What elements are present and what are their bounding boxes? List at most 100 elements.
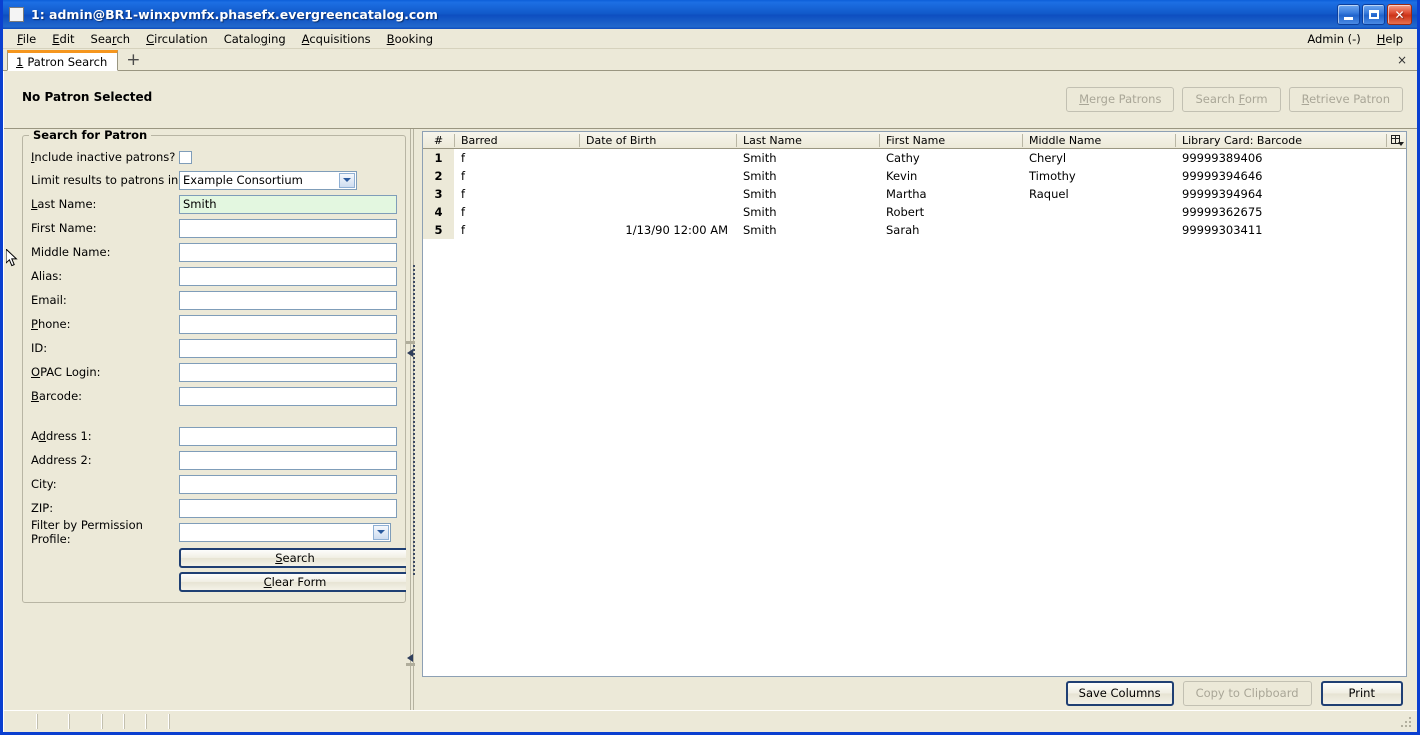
cell-last-name: Smith xyxy=(743,151,777,165)
address-1-input[interactable] xyxy=(179,426,397,446)
status-segment xyxy=(6,714,37,729)
status-segment xyxy=(124,714,146,729)
copy-to-clipboard-button[interactable]: Copy to Clipboard xyxy=(1182,681,1312,706)
column-header-barred[interactable]: Barred xyxy=(454,132,579,149)
chevron-down-icon xyxy=(373,524,389,540)
id-label: ID: xyxy=(31,341,48,355)
form-row-permission-profile: Filter by Permission Profile: xyxy=(31,518,397,546)
permission-profile-select[interactable] xyxy=(179,522,391,542)
cell-first-name: Martha xyxy=(886,187,927,201)
splitter-grip[interactable] xyxy=(413,264,415,575)
close-tab-icon[interactable]: × xyxy=(1397,53,1407,67)
maximize-button[interactable] xyxy=(1362,4,1385,25)
email-input[interactable] xyxy=(179,290,397,310)
chevron-down-icon xyxy=(339,172,355,188)
middle-name-input[interactable] xyxy=(179,242,397,262)
cell-middle-name: Cheryl xyxy=(1029,151,1067,165)
menu-acquisitions[interactable]: Acquisitions xyxy=(294,30,379,48)
menu-search[interactable]: Search xyxy=(83,30,139,48)
resize-grip-icon[interactable] xyxy=(1401,717,1414,730)
cell-barred: f xyxy=(461,151,466,165)
status-segment xyxy=(169,714,1417,729)
column-picker-icon xyxy=(1390,135,1404,146)
cell-middle-name: Raquel xyxy=(1029,187,1069,201)
print-button[interactable]: Print xyxy=(1320,681,1403,706)
tab-label: Patron Search xyxy=(27,54,108,69)
new-tab-button[interactable]: + xyxy=(118,52,148,69)
merge-patrons-button[interactable]: Merge Patrons xyxy=(1066,87,1175,112)
cell-barcode: 99999362675 xyxy=(1182,205,1263,219)
column-header-first-name[interactable]: First Name xyxy=(879,132,1022,149)
status-segment xyxy=(102,714,124,729)
results-grid-body: 1 f Smith Cathy Cheryl 99999389406 2 f S… xyxy=(423,149,1406,676)
splitter-line xyxy=(410,129,411,710)
menu-file[interactable]: File xyxy=(9,30,44,48)
id-input[interactable] xyxy=(179,338,397,358)
form-row-middle-name: Middle Name: xyxy=(31,240,397,264)
column-header-middle-name[interactable]: Middle Name xyxy=(1022,132,1175,149)
table-row[interactable]: 3 f Smith Martha Raquel 99999394964 xyxy=(423,185,1406,203)
table-row[interactable]: 2 f Smith Kevin Timothy 99999394646 xyxy=(423,167,1406,185)
first-name-input[interactable] xyxy=(179,218,397,238)
form-row-opac-login: OPAC Login: xyxy=(31,360,397,384)
clear-form-button[interactable]: Clear Form xyxy=(179,572,406,592)
cell-barred: f xyxy=(461,187,466,201)
form-row-first-name: First Name: xyxy=(31,216,397,240)
permission-profile-label: Filter by Permission Profile: xyxy=(31,518,143,546)
table-row[interactable]: 5 f 1/13/90 12:00 AM Smith Sarah 9999930… xyxy=(423,221,1406,239)
search-panel: Search for Patron Include inactive patro… xyxy=(4,129,406,710)
search-form-button[interactable]: Search Form xyxy=(1182,87,1281,112)
limit-results-select[interactable]: Example Consortium xyxy=(179,170,357,190)
patron-header-buttons: Merge Patrons Search Form Retrieve Patro… xyxy=(1066,87,1407,112)
limit-results-label: Limit results to patrons in xyxy=(31,173,179,187)
opac-login-input[interactable] xyxy=(179,362,397,382)
table-row[interactable]: 1 f Smith Cathy Cheryl 99999389406 xyxy=(423,149,1406,167)
form-row-address-1: Address 1: xyxy=(31,424,397,448)
menu-help[interactable]: Help xyxy=(1369,30,1411,48)
phone-input[interactable] xyxy=(179,314,397,334)
form-row-city: City: xyxy=(31,472,397,496)
address-2-input[interactable] xyxy=(179,450,397,470)
patron-header: No Patron Selected Merge Patrons Search … xyxy=(4,71,1417,129)
panel-splitter[interactable] xyxy=(406,129,422,710)
zip-input[interactable] xyxy=(179,498,397,518)
close-button[interactable]: ✕ xyxy=(1387,4,1412,25)
status-bar xyxy=(4,710,1417,732)
form-row-id: ID: xyxy=(31,336,397,360)
menu-edit[interactable]: Edit xyxy=(44,30,82,48)
column-header-last-name[interactable]: Last Name xyxy=(736,132,879,149)
cell-last-name: Smith xyxy=(743,205,777,219)
retrieve-patron-button[interactable]: Retrieve Patron xyxy=(1288,87,1403,112)
menu-admin[interactable]: Admin (-) xyxy=(1299,30,1368,48)
splitter-nub xyxy=(406,341,415,344)
column-header-number[interactable]: # xyxy=(423,132,454,149)
barcode-input[interactable] xyxy=(179,386,397,406)
include-inactive-checkbox[interactable] xyxy=(179,150,192,164)
cell-number: 4 xyxy=(423,203,454,221)
save-columns-button[interactable]: Save Columns xyxy=(1065,681,1174,706)
last-name-input[interactable] xyxy=(179,194,397,214)
column-header-library-card-barcode[interactable]: Library Card: Barcode xyxy=(1175,132,1386,149)
cell-number: 2 xyxy=(423,167,454,185)
minimize-button[interactable] xyxy=(1337,4,1360,25)
menu-booking[interactable]: Booking xyxy=(379,30,441,48)
city-input[interactable] xyxy=(179,474,397,494)
column-picker-button[interactable] xyxy=(1386,132,1406,149)
cell-barred: f xyxy=(461,205,466,219)
splitter-collapse-left-icon[interactable] xyxy=(407,652,416,662)
menu-circulation[interactable]: Circulation xyxy=(138,30,216,48)
address-1-label: Address 1: xyxy=(31,429,92,443)
first-name-label: First Name: xyxy=(31,221,97,235)
splitter-collapse-left-icon[interactable] xyxy=(407,347,416,357)
alias-input[interactable] xyxy=(179,266,397,286)
close-icon: ✕ xyxy=(1394,7,1405,22)
cell-first-name: Cathy xyxy=(886,151,920,165)
search-button[interactable]: Search xyxy=(179,548,406,568)
results-grid: # Barred Date of Birth Last Name First N… xyxy=(422,131,1407,677)
column-header-date-of-birth[interactable]: Date of Birth xyxy=(579,132,736,149)
form-row-last-name: Last Name: xyxy=(31,192,397,216)
tab-patron-search[interactable]: 1 Patron Search xyxy=(7,50,119,71)
table-row[interactable]: 4 f Smith Robert 99999362675 xyxy=(423,203,1406,221)
menu-cataloging[interactable]: Cataloging xyxy=(216,30,294,48)
window-controls: ✕ xyxy=(1337,4,1414,25)
